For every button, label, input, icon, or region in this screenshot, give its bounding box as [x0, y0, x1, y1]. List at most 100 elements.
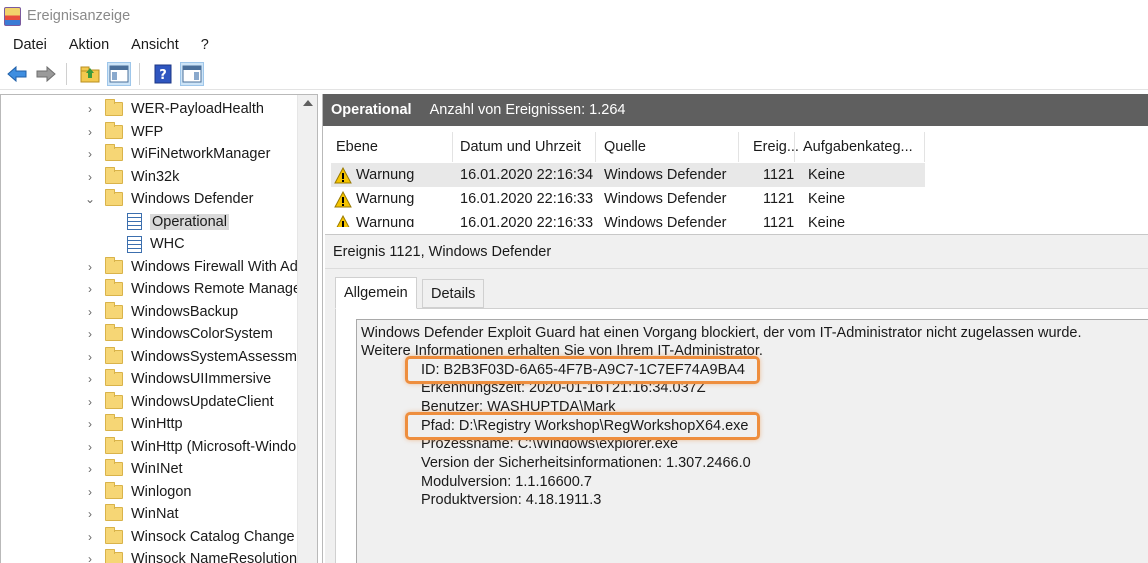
tree-item-label: Win32k — [131, 168, 180, 185]
tree-item[interactable]: › WinHttp (Microsoft-Windo — [83, 436, 296, 459]
tree-item[interactable]: › WindowsUIImmersive — [83, 368, 271, 391]
svg-text:?: ? — [159, 68, 167, 83]
chevron-right-icon[interactable]: › — [83, 395, 97, 409]
menu-aktion[interactable]: Aktion — [56, 37, 118, 53]
chevron-right-icon[interactable]: › — [83, 260, 97, 274]
warning-icon — [334, 214, 352, 227]
tree-item[interactable]: › WinINet — [83, 458, 183, 481]
tree-item-label: WindowsBackup — [131, 303, 239, 320]
tree-item-label: WinHttp — [131, 416, 183, 433]
folder-icon — [105, 459, 123, 477]
tree-item[interactable]: › WinHttp — [83, 413, 183, 436]
tree-item[interactable]: › WindowsColorSystem — [83, 323, 273, 346]
up-folder-icon[interactable] — [78, 62, 102, 86]
tree-scrollbar[interactable] — [297, 95, 317, 563]
event-row[interactable]: Warnung 16.01.2020 22:16:33 Windows Defe… — [331, 187, 925, 211]
scroll-up-arrow-icon[interactable] — [303, 100, 313, 106]
tree-item[interactable]: › WinNat — [83, 503, 179, 526]
event-category: Keine — [808, 167, 846, 183]
tree-item-label: WinINet — [131, 461, 183, 478]
chevron-right-icon[interactable]: › — [83, 507, 97, 521]
event-message-box[interactable]: Windows Defender Exploit Guard hat einen… — [356, 319, 1148, 563]
event-source: Windows Defender — [604, 167, 727, 183]
message-product-version: Produktversion: 4.18.1911.3 — [421, 492, 602, 508]
tree-item[interactable]: › WiFiNetworkManager — [83, 143, 270, 166]
event-row[interactable]: Warnung 16.01.2020 22:16:34 Windows Defe… — [331, 163, 925, 187]
chevron-down-icon[interactable]: ⌄ — [83, 192, 97, 206]
toolbar-separator — [139, 62, 140, 85]
column-header-level[interactable]: Ebene — [331, 132, 453, 162]
column-header-source[interactable]: Quelle — [596, 132, 739, 162]
event-date: 16.01.2020 22:16:33 — [460, 191, 594, 207]
folder-icon — [105, 549, 123, 563]
column-header-task-category[interactable]: Aufgabenkateg... — [795, 132, 925, 162]
chevron-right-icon[interactable]: › — [83, 282, 97, 296]
tree-item[interactable]: › WindowsUpdateClient — [83, 391, 274, 414]
tree-item-label: Winsock Catalog Change — [131, 528, 295, 545]
chevron-right-icon[interactable]: › — [83, 102, 97, 116]
tree-item[interactable]: › Windows Firewall With Ad — [83, 256, 298, 279]
event-detail-pane: Ereignis 1121, Windows Defender Allgemei… — [325, 234, 1148, 563]
event-source: Windows Defender — [604, 215, 727, 227]
chevron-right-icon[interactable]: › — [83, 372, 97, 386]
tree-item-label: Winsock NameResolution- — [131, 551, 302, 563]
tree-item[interactable]: › Windows Remote Manage — [83, 278, 301, 301]
message-security-intel-version: Version der Sicherheitsinformationen: 1.… — [421, 455, 751, 471]
show-hide-tree-icon[interactable] — [107, 61, 131, 86]
show-hide-action-icon[interactable] — [180, 61, 204, 86]
folder-icon — [105, 526, 123, 544]
tab-allgemein[interactable]: Allgemein — [335, 277, 417, 309]
forward-arrow-icon[interactable] — [34, 62, 58, 86]
back-arrow-icon[interactable] — [5, 62, 29, 86]
tree-item-label: WHC — [150, 236, 185, 253]
chevron-right-icon[interactable]: › — [83, 530, 97, 544]
chevron-right-icon[interactable]: › — [83, 417, 97, 431]
event-detail-header: Ereignis 1121, Windows Defender — [325, 235, 1148, 269]
folder-icon — [105, 481, 123, 499]
tree-item[interactable]: › WFP — [83, 121, 163, 144]
column-header-date[interactable]: Datum und Uhrzeit — [453, 132, 596, 162]
tree-item[interactable]: › WER-PayloadHealth — [83, 98, 264, 121]
tree-item[interactable]: › WindowsSystemAssessme — [83, 346, 305, 369]
chevron-right-icon[interactable]: › — [83, 170, 97, 184]
menu-help[interactable]: ? — [188, 37, 218, 53]
tree-item-label: WFP — [131, 123, 164, 140]
tree-item[interactable]: › Winsock NameResolution- — [83, 548, 302, 563]
tree-item-windows-defender[interactable]: ⌄ Windows Defender — [83, 188, 254, 211]
message-process: Prozessname: C:\Windows\explorer.exe — [421, 436, 679, 452]
event-category: Keine — [808, 215, 846, 227]
menu-ansicht[interactable]: Ansicht — [118, 37, 188, 53]
window-title: Ereignisanzeige — [27, 8, 131, 24]
tree-item[interactable]: › WindowsBackup — [83, 301, 238, 324]
message-module-version: Modulversion: 1.1.16600.7 — [421, 474, 592, 490]
event-level-cell: Warnung — [334, 163, 414, 187]
event-row[interactable]: Warnung 16.01.2020 22:16:33 Windows Defe… — [331, 211, 925, 227]
chevron-right-icon[interactable]: › — [83, 327, 97, 341]
event-source: Windows Defender — [604, 191, 727, 207]
toolbar-separator — [66, 62, 67, 85]
tab-details[interactable]: Details — [422, 279, 485, 308]
chevron-right-icon[interactable]: › — [83, 552, 97, 563]
tree-item[interactable]: › Win32k — [83, 166, 179, 189]
event-log-icon — [127, 235, 142, 253]
log-header: Operational Anzahl von Ereignissen: 1.26… — [323, 94, 1148, 126]
log-title: Operational — [331, 102, 412, 118]
tree-item-operational[interactable]: Operational — [127, 211, 229, 234]
chevron-right-icon[interactable]: › — [83, 147, 97, 161]
chevron-right-icon[interactable]: › — [83, 305, 97, 319]
tree-item-label: Winlogon — [131, 483, 192, 500]
tree-item-whc[interactable]: WHC — [127, 233, 185, 256]
column-header-event-id[interactable]: Ereig... — [739, 132, 799, 162]
chevron-right-icon[interactable]: › — [83, 485, 97, 499]
chevron-right-icon[interactable]: › — [83, 125, 97, 139]
tree-item[interactable]: › Winsock Catalog Change — [83, 526, 295, 549]
event-level-cell: Warnung — [334, 211, 414, 227]
chevron-right-icon[interactable]: › — [83, 440, 97, 454]
help-icon[interactable]: ? — [151, 62, 175, 86]
event-id: 1121 — [763, 191, 795, 207]
menu-datei[interactable]: Datei — [0, 37, 56, 53]
chevron-right-icon[interactable]: › — [83, 350, 97, 364]
chevron-right-icon[interactable]: › — [83, 462, 97, 476]
tree-item[interactable]: › Winlogon — [83, 481, 191, 504]
message-line: Windows Defender Exploit Guard hat einen… — [361, 325, 1082, 341]
